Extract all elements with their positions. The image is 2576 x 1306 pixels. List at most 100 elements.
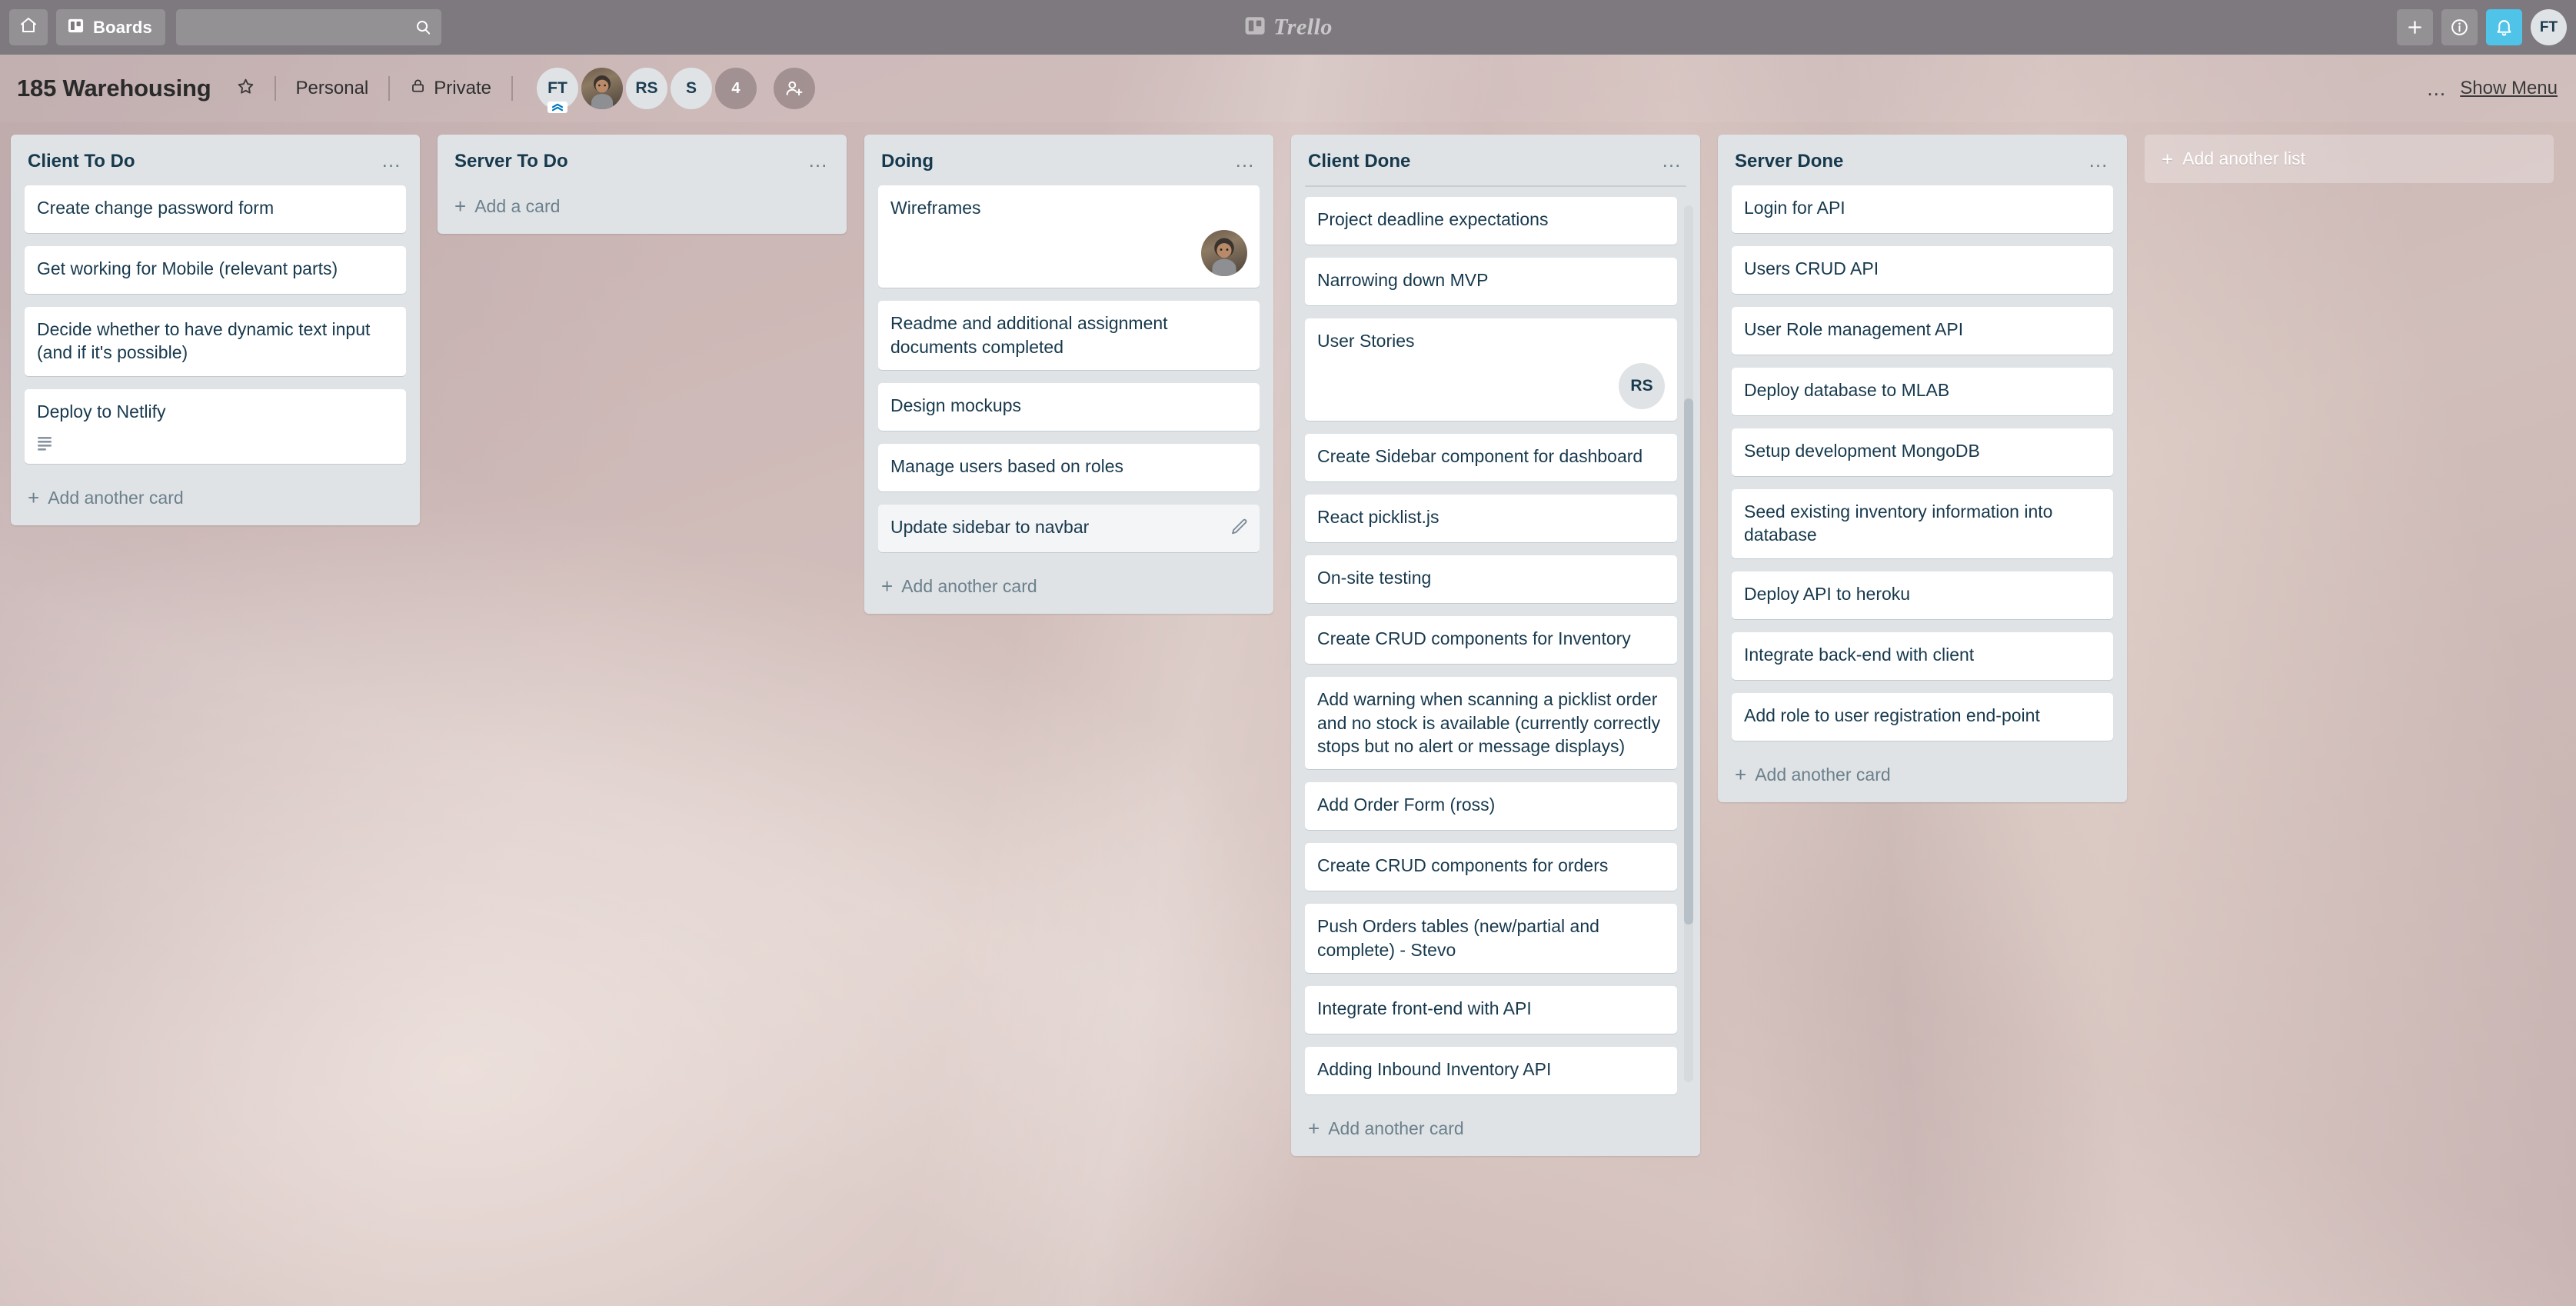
bell-icon	[2497, 20, 2511, 36]
card-title: Add warning when scanning a picklist ord…	[1317, 689, 1661, 756]
add-card-button[interactable]: + Add another card	[864, 565, 1273, 611]
plus-icon: +	[1308, 1117, 1320, 1141]
board-card[interactable]: User Role management API	[1732, 306, 2113, 355]
card-title: User Stories	[1317, 330, 1415, 351]
board-card[interactable]: Setup development MongoDB	[1732, 428, 2113, 476]
card-title: Get working for Mobile (relevant parts)	[37, 258, 338, 278]
board-card[interactable]: Create change password form	[25, 185, 406, 233]
board-card[interactable]: Wireframes	[878, 185, 1260, 288]
list-title[interactable]: Server Done	[1735, 151, 2085, 173]
star-board-button[interactable]	[228, 72, 263, 105]
board-card[interactable]: Adding Inbound Inventory API	[1305, 1046, 1677, 1094]
trello-logo[interactable]: Trello	[1243, 14, 1333, 41]
card-title: Add Order Form (ross)	[1317, 795, 1496, 815]
list-actions-button[interactable]: …	[1659, 150, 1687, 170]
card-members	[890, 230, 1247, 277]
board-card[interactable]: React picklist.js	[1305, 495, 1677, 543]
board-card[interactable]: Project deadline expectations	[1305, 196, 1677, 245]
card-title: Readme and additional assignment documen…	[890, 313, 1168, 357]
list-title[interactable]: Doing	[881, 151, 1232, 173]
board-card[interactable]: Manage users based on roles	[878, 443, 1260, 491]
add-list-button[interactable]: + Add another list	[2145, 135, 2554, 183]
board-card[interactable]: Design mockups	[878, 382, 1260, 431]
list-actions-button[interactable]: …	[1232, 150, 1260, 170]
board-menu-button[interactable]: … Show Menu	[2426, 78, 2558, 99]
list-header: Client Done …	[1291, 135, 1700, 185]
card-title: On-site testing	[1317, 568, 1432, 588]
list-actions-button[interactable]: …	[378, 150, 407, 170]
list-actions-button[interactable]: …	[2085, 150, 2114, 170]
list-title[interactable]: Server To Do	[454, 151, 805, 173]
search-icon[interactable]	[414, 18, 432, 40]
board-member-avatar[interactable]: S	[670, 68, 712, 109]
board-card[interactable]: Login for API	[1732, 185, 2113, 233]
board-member-overflow-count[interactable]: 4	[714, 68, 757, 109]
star-icon	[238, 78, 253, 94]
top-navigation-bar: Boards Trello FT	[0, 0, 2576, 55]
board-card[interactable]: Create CRUD components for Inventory	[1305, 616, 1677, 665]
board-card[interactable]: User Stories RS	[1305, 318, 1677, 421]
board-card[interactable]: Create Sidebar component for dashboard	[1305, 434, 1677, 482]
card-title: Push Orders tables (new/partial and comp…	[1317, 916, 1599, 960]
board-card[interactable]: Users CRUD API	[1732, 245, 2113, 294]
add-card-button[interactable]: + Add a card	[438, 185, 847, 231]
card-edit-button[interactable]	[1229, 517, 1249, 541]
information-button[interactable]	[2441, 9, 2478, 45]
boards-label: Boards	[93, 17, 152, 37]
card-members: RS	[1317, 363, 1665, 410]
list-title[interactable]: Client Done	[1308, 151, 1659, 173]
board-card[interactable]: Add Order Form (ross)	[1305, 782, 1677, 831]
user-avatar[interactable]: FT	[2531, 9, 2567, 45]
board-card[interactable]: Create CRUD components for orders	[1305, 843, 1677, 891]
board-card[interactable]: Narrowing down MVP	[1305, 257, 1677, 305]
card-member-avatar[interactable]: RS	[1619, 363, 1665, 410]
board-card[interactable]: Deploy API to heroku	[1732, 571, 2113, 619]
search-box[interactable]	[176, 9, 441, 45]
card-title: React picklist.js	[1317, 507, 1439, 528]
board-card[interactable]: Get working for Mobile (relevant parts)	[25, 245, 406, 294]
search-input[interactable]	[176, 9, 441, 45]
list-scrollbar-thumb[interactable]	[1684, 398, 1693, 925]
add-card-button[interactable]: + Add another card	[11, 477, 420, 522]
boards-button[interactable]: Boards	[56, 9, 165, 45]
card-title: Wireframes	[890, 197, 981, 218]
add-card-button[interactable]: + Add another card	[1291, 1108, 1700, 1153]
board-card[interactable]: Integrate back-end with client	[1732, 631, 2113, 680]
board-card[interactable]: Push Orders tables (new/partial and comp…	[1305, 904, 1677, 973]
board-list: Server Done … Login for API Users CRUD API…	[1718, 135, 2127, 802]
board-member-avatar[interactable]	[581, 68, 623, 109]
board-card[interactable]: Deploy database to MLAB	[1732, 367, 2113, 415]
card-title: Integrate front-end with API	[1317, 998, 1532, 1018]
board-member-avatar[interactable]: FT	[536, 68, 578, 113]
list-scrollbar[interactable]	[1684, 205, 1693, 1082]
board-card[interactable]: On-site testing	[1305, 555, 1677, 604]
list-actions-button[interactable]: …	[805, 150, 834, 170]
info-icon	[2451, 19, 2468, 35]
board-card[interactable]: Add role to user registration end-point	[1732, 692, 2113, 741]
card-title: Setup development MongoDB	[1744, 440, 1980, 461]
board-card[interactable]: Readme and additional assignment documen…	[878, 301, 1260, 370]
description-badge-icon	[38, 436, 52, 451]
board-card[interactable]: Deploy to Netlify	[25, 388, 406, 464]
board-card[interactable]: Integrate front-end with API	[1305, 985, 1677, 1034]
board-card[interactable]: Add warning when scanning a picklist ord…	[1305, 677, 1677, 770]
add-button[interactable]	[2397, 9, 2433, 45]
notifications-button[interactable]	[2486, 9, 2522, 45]
lock-icon	[410, 78, 426, 99]
add-member-button[interactable]	[773, 68, 815, 109]
board-card[interactable]: Decide whether to have dynamic text inpu…	[25, 306, 406, 376]
card-member-avatar[interactable]	[1201, 230, 1247, 277]
list-title[interactable]: Client To Do	[28, 151, 378, 173]
add-member-icon	[786, 81, 803, 96]
workspace-chip[interactable]: Personal	[288, 72, 378, 105]
visibility-chip[interactable]: Private	[401, 72, 500, 105]
board-card[interactable]: Update sidebar to navbar	[878, 504, 1260, 552]
add-card-button[interactable]: + Add another card	[1718, 754, 2127, 799]
board-member-avatar[interactable]: RS	[625, 68, 667, 109]
board-members: FT RS S 4	[536, 68, 760, 113]
plus-icon: +	[2162, 147, 2174, 171]
board-title[interactable]: 185 Warehousing	[17, 75, 211, 102]
board-card[interactable]: Seed existing inventory information into…	[1732, 488, 2113, 558]
add-card-label: Add another card	[1328, 1118, 1464, 1138]
home-button[interactable]	[9, 9, 48, 45]
